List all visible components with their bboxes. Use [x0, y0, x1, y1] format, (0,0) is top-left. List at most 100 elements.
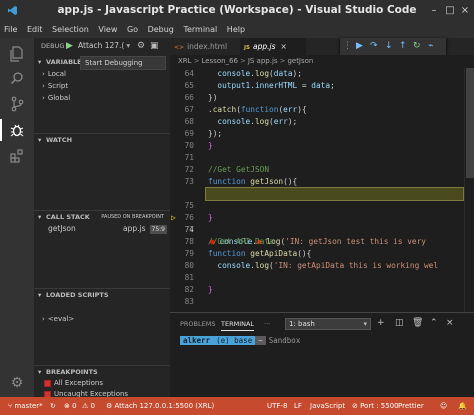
debug-icon[interactable] — [0, 119, 25, 141]
live-server-port[interactable]: ⊘ Port : 5500 — [352, 397, 399, 415]
variables-item-local[interactable]: › Local — [42, 70, 66, 78]
step-out-icon[interactable]: ↑ — [399, 41, 407, 51]
errors-count[interactable]: ⊗ 0 — [64, 397, 77, 415]
menu-edit[interactable]: Edit — [23, 22, 46, 34]
prompt-env: (e) base — [213, 336, 256, 345]
continue-icon[interactable]: ▶ — [356, 41, 363, 51]
line-number: 67 — [184, 105, 194, 114]
end-of-line[interactable]: LF — [294, 397, 302, 415]
line-number: 69 — [184, 129, 194, 138]
new-terminal-icon[interactable]: + — [377, 318, 385, 328]
settings-gear-icon[interactable]: ⚙ — [137, 41, 145, 51]
breadcrumb-item[interactable]: JS app.js — [248, 57, 278, 65]
debug-toolbar: DEBUG ▶ Attach 127.(▾ ⚙ ▣ — [34, 38, 170, 54]
close-panel-icon[interactable]: × — [446, 318, 454, 328]
drag-handle-icon[interactable]: ⋮ — [343, 41, 352, 51]
scrollbar-thumb[interactable] — [466, 68, 474, 178]
line-number: 73 — [184, 177, 194, 186]
menu-file[interactable]: File — [0, 22, 20, 34]
breakpoint-all-exceptions[interactable]: All Exceptions — [44, 379, 103, 387]
extensions-icon[interactable] — [9, 149, 25, 165]
loaded-script-item[interactable]: › <eval> — [42, 315, 74, 323]
start-debugging-icon[interactable]: ▶ — [66, 41, 73, 51]
debug-console-icon[interactable]: ▣ — [150, 41, 159, 51]
menu-view[interactable]: View — [94, 22, 120, 34]
menu-selection[interactable]: Selection — [48, 22, 92, 34]
menu-go[interactable]: Go — [123, 22, 141, 34]
breadcrumb-item[interactable]: getJson — [287, 57, 313, 65]
code-editor[interactable]: 64 console.log(data); 65 output1.innerHT… — [170, 68, 464, 312]
menu-terminal[interactable]: Terminal — [179, 22, 220, 34]
tab-terminal[interactable]: TERMINAL — [221, 320, 255, 331]
variables-item-global[interactable]: › Global — [42, 94, 70, 102]
prettier-status[interactable]: Prettier — [398, 397, 424, 415]
breadcrumb-item[interactable]: Lesson_66 — [201, 57, 238, 65]
trash-icon[interactable]: 🗑 — [412, 318, 423, 328]
language-mode[interactable]: JavaScript — [310, 397, 345, 415]
breakpoints-section-header[interactable]: ▾ BREAKPOINTS — [34, 365, 170, 378]
line-number: 78 — [184, 237, 194, 246]
terminal-prompt[interactable]: alkerr (e) base ~ Sandbox — [180, 336, 303, 346]
frame-file: app.js 75:9 — [123, 224, 167, 234]
step-into-icon[interactable]: ↓ — [385, 41, 393, 51]
line-number: 72 — [184, 165, 194, 174]
source-control-icon[interactable] — [9, 96, 25, 112]
tooltip: Start Debugging — [80, 56, 166, 70]
close-tab-icon[interactable]: × — [281, 42, 287, 51]
checkbox[interactable] — [44, 379, 51, 387]
frame-position: 75:9 — [149, 225, 167, 234]
tab-app-js[interactable]: JS app.js × — [240, 38, 306, 55]
settings-gear-icon[interactable]: ⚙ — [9, 375, 25, 391]
encoding[interactable]: UTF-8 — [267, 397, 287, 415]
menu-help[interactable]: Help — [223, 22, 248, 34]
breadcrumb-item[interactable]: XRL — [178, 57, 192, 65]
maximize-panel-icon[interactable]: ⌃ — [430, 318, 438, 328]
variables-item-script[interactable]: › Script — [42, 82, 68, 90]
window-title: app.js - Javascript Practice (Workspace)… — [57, 4, 417, 16]
debug-config-select[interactable]: Attach 127.(▾ — [78, 40, 136, 52]
line-number: 70 — [184, 141, 194, 150]
close-window-icon[interactable]: × — [459, 5, 471, 17]
search-icon[interactable] — [9, 71, 25, 87]
menu-debug[interactable]: Debug — [144, 22, 177, 34]
restart-icon[interactable]: ↻ — [413, 41, 421, 51]
chevron-down-icon: ▾ — [38, 368, 42, 376]
split-terminal-icon[interactable]: ◫ — [395, 318, 404, 328]
breadcrumb-separator: > — [193, 57, 200, 65]
tab-index-html[interactable]: <> index.html — [170, 38, 240, 55]
terminal-select[interactable]: 1: bash ▾ — [285, 318, 371, 330]
step-over-icon[interactable]: ↷ — [370, 41, 378, 51]
explorer-icon[interactable] — [9, 46, 25, 62]
notifications-bell-icon[interactable]: 🔔 — [458, 397, 467, 415]
debug-config-value: Attach 127.( — [78, 41, 125, 50]
chevron-right-icon: › — [42, 70, 45, 78]
editor-scrollbar[interactable] — [464, 68, 474, 312]
line-number: 77 — [184, 225, 194, 234]
line-number: 64 — [184, 69, 194, 78]
call-stack-frame[interactable]: getJson app.js 75:9 — [34, 223, 170, 234]
watch-section-header[interactable]: ▾ WATCH — [34, 133, 170, 146]
prompt-home: ~ — [255, 336, 266, 345]
debug-attach-status[interactable]: ⚙ Attach 127.0.0.1:5500 (XRL) — [106, 397, 214, 415]
js-file-icon: JS — [244, 45, 251, 51]
line-number: 83 — [184, 297, 194, 306]
line-highlight — [205, 187, 464, 201]
disconnect-icon[interactable]: ⌁ — [428, 41, 433, 51]
loaded-scripts-section-header[interactable]: ▾ LOADED SCRIPTS — [34, 288, 170, 301]
git-branch[interactable]: ⑂ master* — [8, 397, 43, 415]
chevron-down-icon: ▾ — [38, 58, 42, 66]
more-tabs-icon[interactable]: ··· — [264, 320, 270, 328]
chevron-down-icon: ▾ — [126, 41, 131, 50]
line-number: 66 — [184, 93, 194, 102]
minimize-icon[interactable]: – — [428, 5, 440, 17]
warnings-count[interactable]: ⚠ 0 — [82, 397, 95, 415]
feedback-icon[interactable]: ☺ — [440, 397, 447, 415]
menu-bar: File Edit Selection View Go Debug Termin… — [0, 22, 474, 38]
line-number: 68 — [184, 117, 194, 126]
sync-icon[interactable]: ↻ — [50, 397, 56, 415]
call-stack-section-header[interactable]: ▾ CALL STACK PAUSED ON BREAKPOINT — [34, 210, 170, 223]
prompt-dir: Sandbox — [268, 336, 301, 345]
current-execution-line[interactable]: ▷ 74 ● console.● log('IN: getJson test t… — [170, 187, 464, 246]
tab-problems[interactable]: PROBLEMS — [180, 320, 215, 328]
maximize-icon[interactable]: □ — [444, 5, 456, 17]
